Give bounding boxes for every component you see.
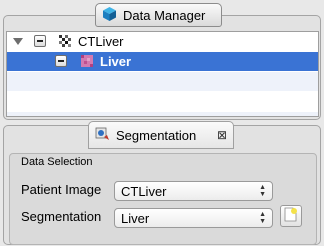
- expand-arrow-icon[interactable]: [13, 38, 23, 45]
- segmentation-select[interactable]: Liver ▲ ▼: [114, 208, 273, 228]
- segmentation-icon: [95, 126, 110, 144]
- tree-row-ctliver[interactable]: CTLiver: [7, 32, 318, 51]
- segmentation-label: Segmentation: [21, 209, 102, 224]
- node-label: Liver: [100, 54, 132, 69]
- tree-row-liver[interactable]: Liver: [7, 52, 318, 71]
- segmentation-title: Segmentation: [116, 127, 197, 143]
- segmentation-node-icon: [81, 55, 93, 67]
- group-title: Data Selection: [21, 156, 93, 168]
- image-node-icon: [59, 35, 71, 47]
- updown-arrows-icon: ▲ ▼: [259, 211, 266, 225]
- new-document-icon: [284, 207, 298, 225]
- data-manager-tab[interactable]: Data Manager: [95, 3, 222, 27]
- patient-image-label: Patient Image: [21, 182, 102, 197]
- empty-row: [7, 72, 318, 91]
- close-icon[interactable]: ⊠: [217, 128, 227, 142]
- cube-icon: [102, 6, 117, 25]
- data-tree[interactable]: CTLiver Liver: [6, 31, 319, 117]
- patient-image-value: CTLiver: [121, 183, 167, 199]
- node-label: CTLiver: [78, 34, 124, 49]
- empty-row: [7, 112, 318, 116]
- visibility-checkbox[interactable]: [55, 55, 67, 67]
- data-manager-title: Data Manager: [123, 7, 206, 23]
- visibility-checkbox[interactable]: [34, 35, 46, 47]
- segmentation-value: Liver: [121, 210, 150, 226]
- segmentation-tab[interactable]: Segmentation ⊠: [88, 121, 234, 149]
- patient-image-select[interactable]: CTLiver ▲ ▼: [114, 181, 273, 201]
- new-segmentation-button[interactable]: [280, 205, 302, 227]
- updown-arrows-icon: ▲ ▼: [259, 184, 266, 198]
